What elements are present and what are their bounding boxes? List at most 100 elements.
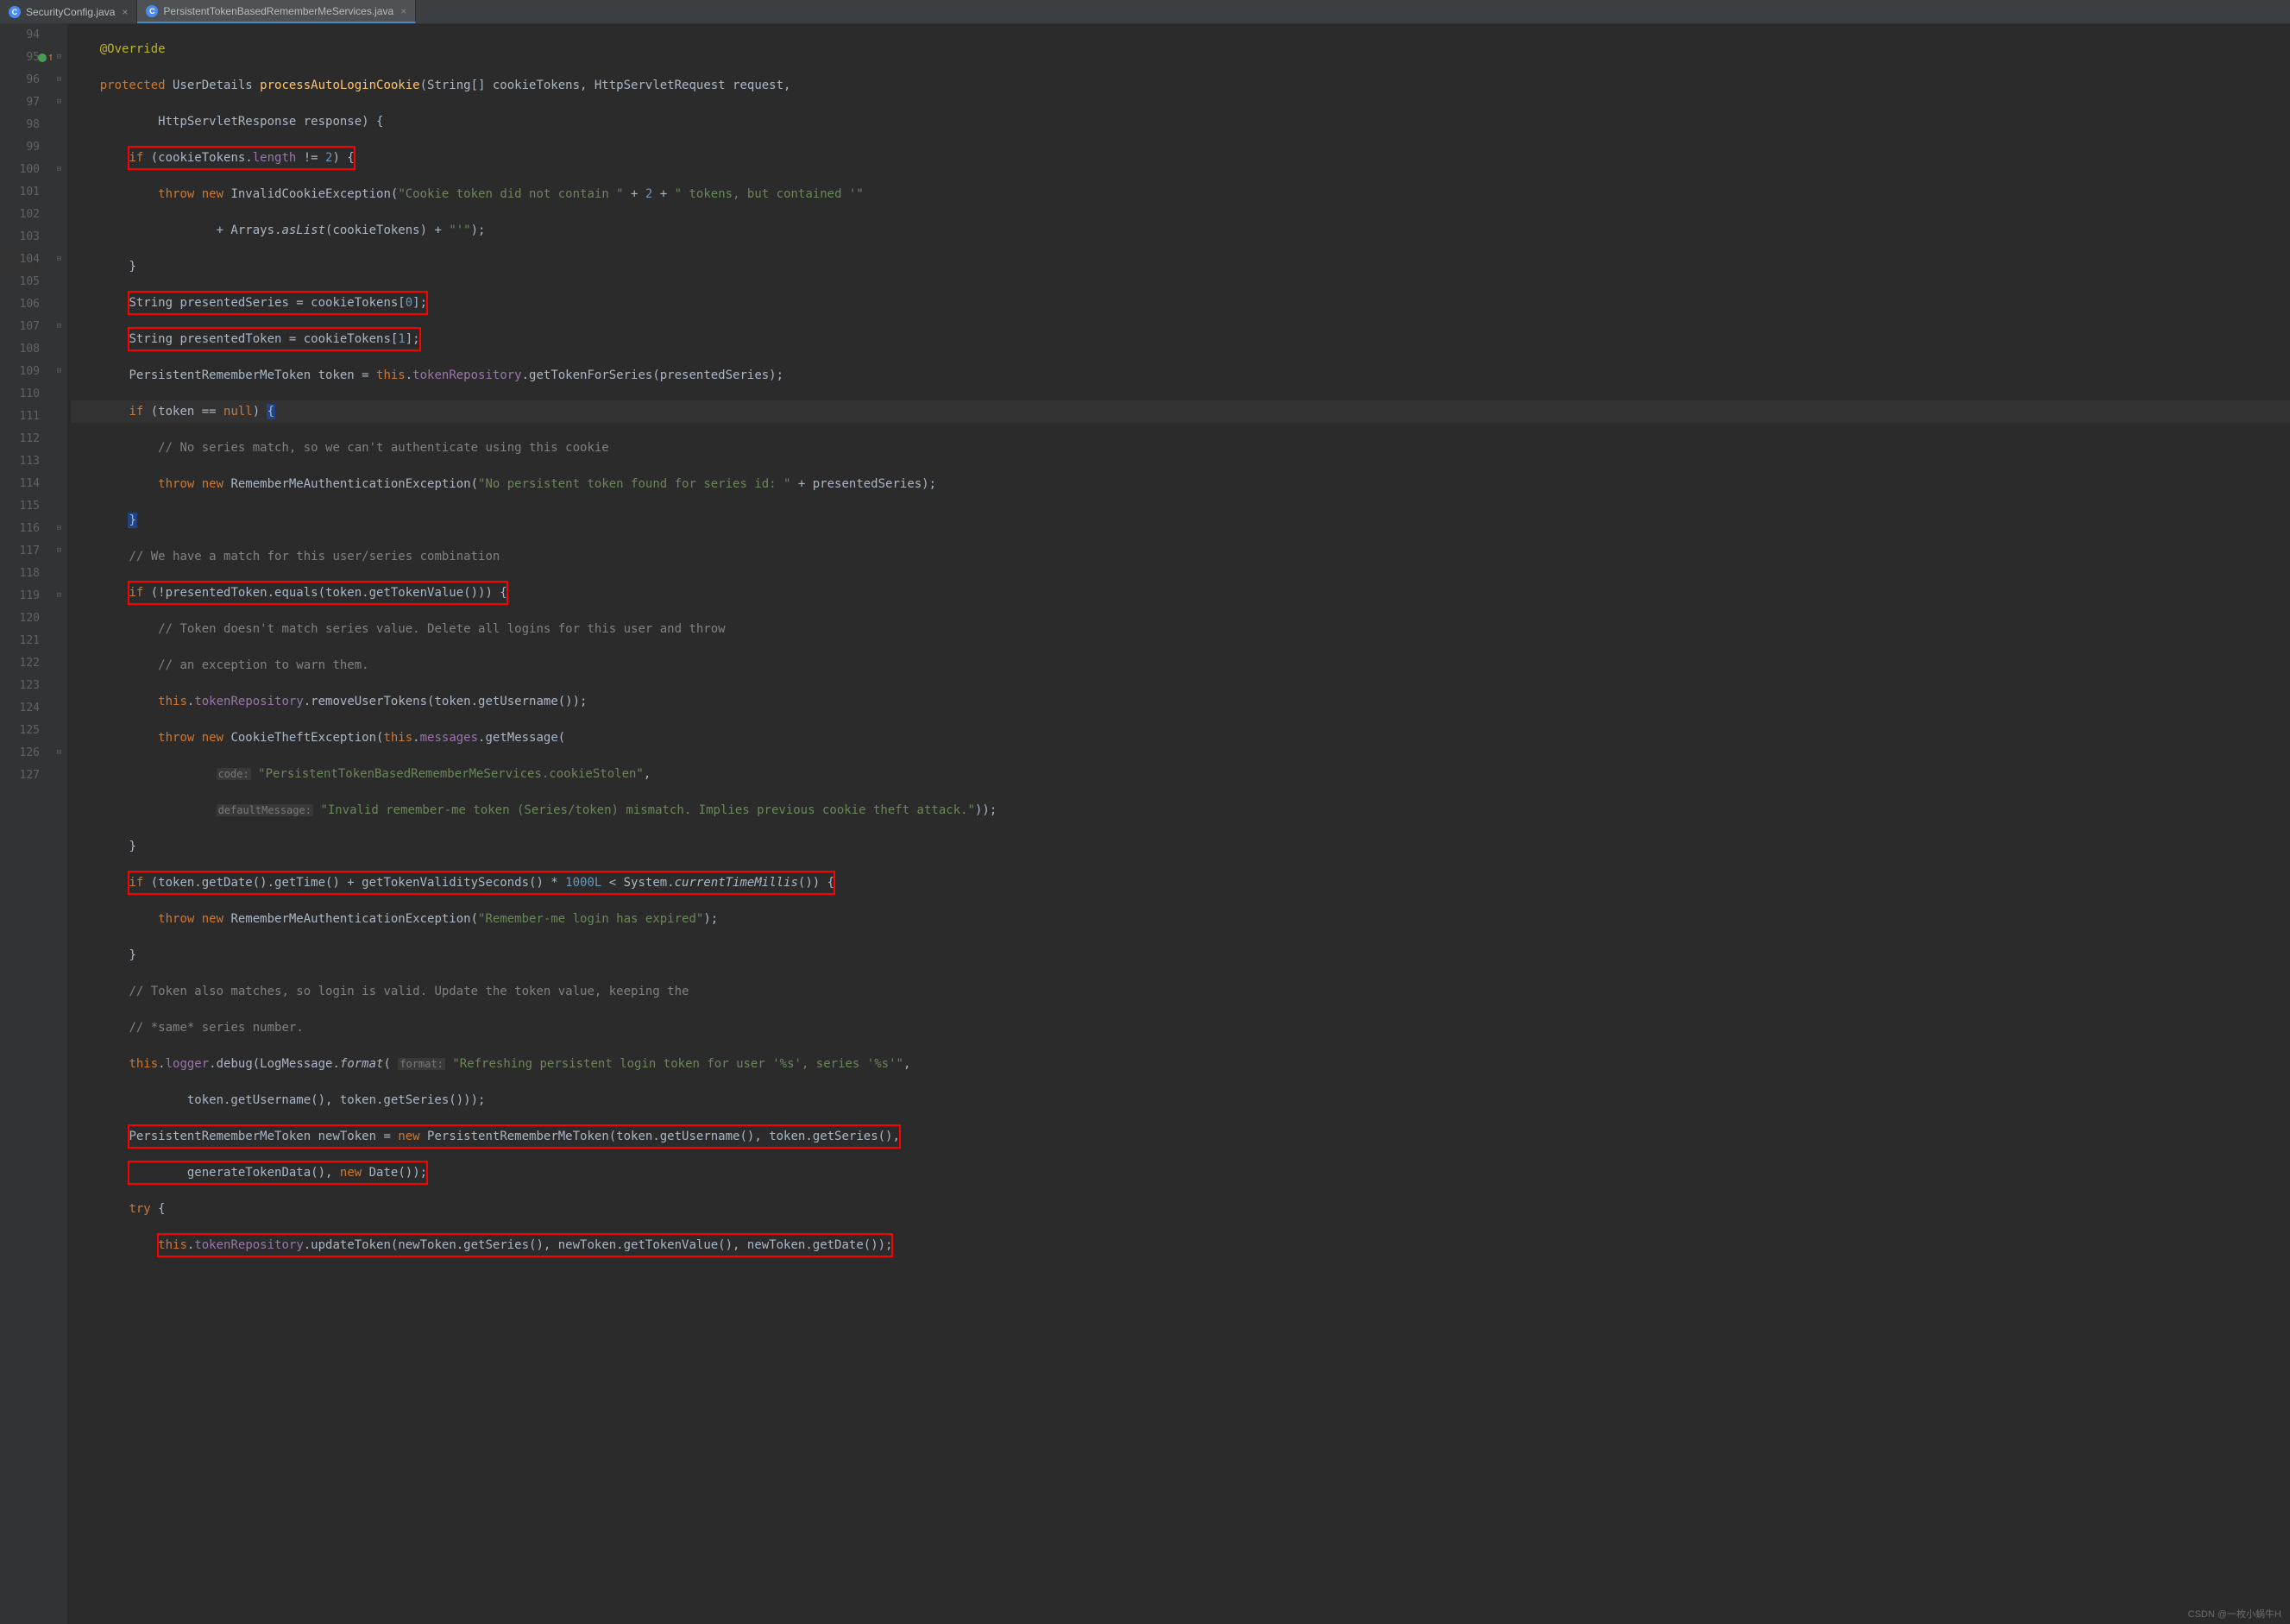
watermark: CSDN @一枚小蜗牛H: [2188, 1607, 2281, 1621]
line-number: 116: [0, 518, 40, 540]
close-icon[interactable]: ×: [400, 5, 406, 17]
line-number: 96: [0, 69, 40, 91]
line-number: 115: [0, 495, 40, 518]
close-icon[interactable]: ×: [122, 6, 128, 18]
code-line[interactable]: try {: [71, 1198, 2290, 1220]
line-number: 122: [0, 652, 40, 675]
tab-persistenttoken[interactable]: PersistentTokenBasedRememberMeServices.j…: [137, 0, 416, 23]
editor-tabs: SecurityConfig.java × PersistentTokenBas…: [0, 0, 2290, 24]
line-number: 110: [0, 383, 40, 406]
code-line[interactable]: if (token.getDate().getTime() + getToken…: [71, 872, 2290, 894]
line-number: 112: [0, 428, 40, 450]
line-number: 124: [0, 697, 40, 720]
code-line[interactable]: this.tokenRepository.updateToken(newToke…: [71, 1234, 2290, 1256]
code-line[interactable]: throw new RememberMeAuthenticationExcept…: [71, 473, 2290, 495]
line-number: 121: [0, 630, 40, 652]
code-line[interactable]: throw new CookieTheftException(this.mess…: [71, 727, 2290, 749]
line-number-gutter: 94 95↑ 96 97 98 99 100 101 102 103 104 1…: [0, 24, 52, 1624]
code-line[interactable]: this.logger.debug(LogMessage.format( for…: [71, 1053, 2290, 1075]
line-number: 117: [0, 540, 40, 563]
code-line[interactable]: token.getUsername(), token.getSeries()))…: [71, 1089, 2290, 1111]
highlight-box: if (cookieTokens.length != 2) {: [129, 147, 354, 169]
line-number: 103: [0, 226, 40, 249]
line-number: 100: [0, 159, 40, 181]
line-number: 105: [0, 271, 40, 293]
line-number: 126: [0, 742, 40, 765]
line-number: 118: [0, 563, 40, 585]
highlight-box: PersistentRememberMeToken newToken = new…: [129, 1125, 899, 1148]
line-number: 95↑: [0, 47, 40, 69]
tab-securityconfig[interactable]: SecurityConfig.java ×: [0, 0, 137, 23]
code-line[interactable]: code: "PersistentTokenBasedRememberMeSer…: [71, 763, 2290, 785]
line-number-current: 104: [0, 249, 40, 271]
code-line[interactable]: // We have a match for this user/series …: [71, 545, 2290, 568]
line-number: 111: [0, 406, 40, 428]
line-number: 102: [0, 204, 40, 226]
code-line[interactable]: String presentedToken = cookieTokens[1];: [71, 328, 2290, 350]
line-number: 99: [0, 136, 40, 159]
code-line[interactable]: // Token doesn't match series value. Del…: [71, 618, 2290, 640]
tab-label: PersistentTokenBasedRememberMeServices.j…: [163, 5, 393, 17]
highlight-box: String presentedToken = cookieTokens[1];: [129, 328, 419, 350]
code-area[interactable]: @Override protected UserDetails processA…: [67, 24, 2290, 1624]
fold-icon[interactable]: ⊟: [54, 98, 64, 107]
line-number: 127: [0, 765, 40, 787]
fold-icon[interactable]: ⊟: [54, 322, 64, 331]
code-editor[interactable]: 94 95↑ 96 97 98 99 100 101 102 103 104 1…: [0, 24, 2290, 1624]
code-line[interactable]: }: [71, 255, 2290, 278]
line-number: 98: [0, 114, 40, 136]
code-line[interactable]: throw new RememberMeAuthenticationExcept…: [71, 908, 2290, 930]
code-line-current[interactable]: if (token == null) {: [71, 400, 2290, 423]
class-icon: [9, 6, 21, 18]
highlight-box: this.tokenRepository.updateToken(newToke…: [158, 1234, 892, 1256]
line-number: 94: [0, 24, 40, 47]
highlight-box: if (!presentedToken.equals(token.getToke…: [129, 582, 506, 604]
class-icon: [146, 5, 158, 17]
code-line[interactable]: HttpServletResponse response) {: [71, 110, 2290, 133]
fold-icon[interactable]: ⊟: [54, 367, 64, 376]
code-line[interactable]: }: [71, 835, 2290, 858]
tab-label: SecurityConfig.java: [26, 6, 115, 18]
highlight-box: if (token.getDate().getTime() + getToken…: [129, 872, 834, 894]
highlight-box: generateTokenData(), new Date());: [129, 1161, 427, 1184]
code-line[interactable]: // *same* series number.: [71, 1017, 2290, 1039]
code-line[interactable]: if (!presentedToken.equals(token.getToke…: [71, 582, 2290, 604]
code-line[interactable]: }: [71, 944, 2290, 966]
code-line[interactable]: + Arrays.asList(cookieTokens) + "'");: [71, 219, 2290, 242]
code-line[interactable]: if (cookieTokens.length != 2) {: [71, 147, 2290, 169]
highlight-box: String presentedSeries = cookieTokens[0]…: [129, 292, 427, 314]
fold-icon[interactable]: ⊟: [54, 53, 64, 62]
line-number: 107: [0, 316, 40, 338]
line-number: 125: [0, 720, 40, 742]
code-line[interactable]: // Token also matches, so login is valid…: [71, 980, 2290, 1003]
line-number: 119: [0, 585, 40, 607]
code-line[interactable]: this.tokenRepository.removeUserTokens(to…: [71, 690, 2290, 713]
code-line[interactable]: // an exception to warn them.: [71, 654, 2290, 677]
line-number: 108: [0, 338, 40, 361]
line-number: 106: [0, 293, 40, 316]
fold-icon[interactable]: ⊟: [54, 524, 64, 533]
code-line[interactable]: generateTokenData(), new Date());: [71, 1161, 2290, 1184]
code-line[interactable]: String presentedSeries = cookieTokens[0]…: [71, 292, 2290, 314]
line-number: 109: [0, 361, 40, 383]
fold-gutter: ⊟ ⊟ ⊟ ⊟ ⊟ ⊟ ⊟ ⊟ ⊟ ⊟ ⊟: [52, 24, 67, 1624]
fold-icon[interactable]: ⊟: [54, 165, 64, 174]
fold-icon[interactable]: ⊟: [54, 255, 64, 264]
code-line[interactable]: // No series match, so we can't authenti…: [71, 437, 2290, 459]
fold-icon[interactable]: ⊟: [54, 591, 64, 601]
code-line[interactable]: PersistentRememberMeToken newToken = new…: [71, 1125, 2290, 1148]
line-number: 114: [0, 473, 40, 495]
code-line[interactable]: protected UserDetails processAutoLoginCo…: [71, 74, 2290, 97]
fold-icon[interactable]: ⊟: [54, 75, 64, 85]
line-number: 123: [0, 675, 40, 697]
code-line[interactable]: throw new InvalidCookieException("Cookie…: [71, 183, 2290, 205]
line-number: 101: [0, 181, 40, 204]
code-line[interactable]: }: [71, 509, 2290, 532]
fold-icon[interactable]: ⊟: [54, 546, 64, 556]
override-marker-icon[interactable]: [38, 54, 47, 62]
fold-icon[interactable]: ⊟: [54, 748, 64, 758]
code-line[interactable]: @Override: [71, 38, 2290, 60]
line-number: 120: [0, 607, 40, 630]
code-line[interactable]: PersistentRememberMeToken token = this.t…: [71, 364, 2290, 387]
code-line[interactable]: defaultMessage: "Invalid remember-me tok…: [71, 799, 2290, 821]
